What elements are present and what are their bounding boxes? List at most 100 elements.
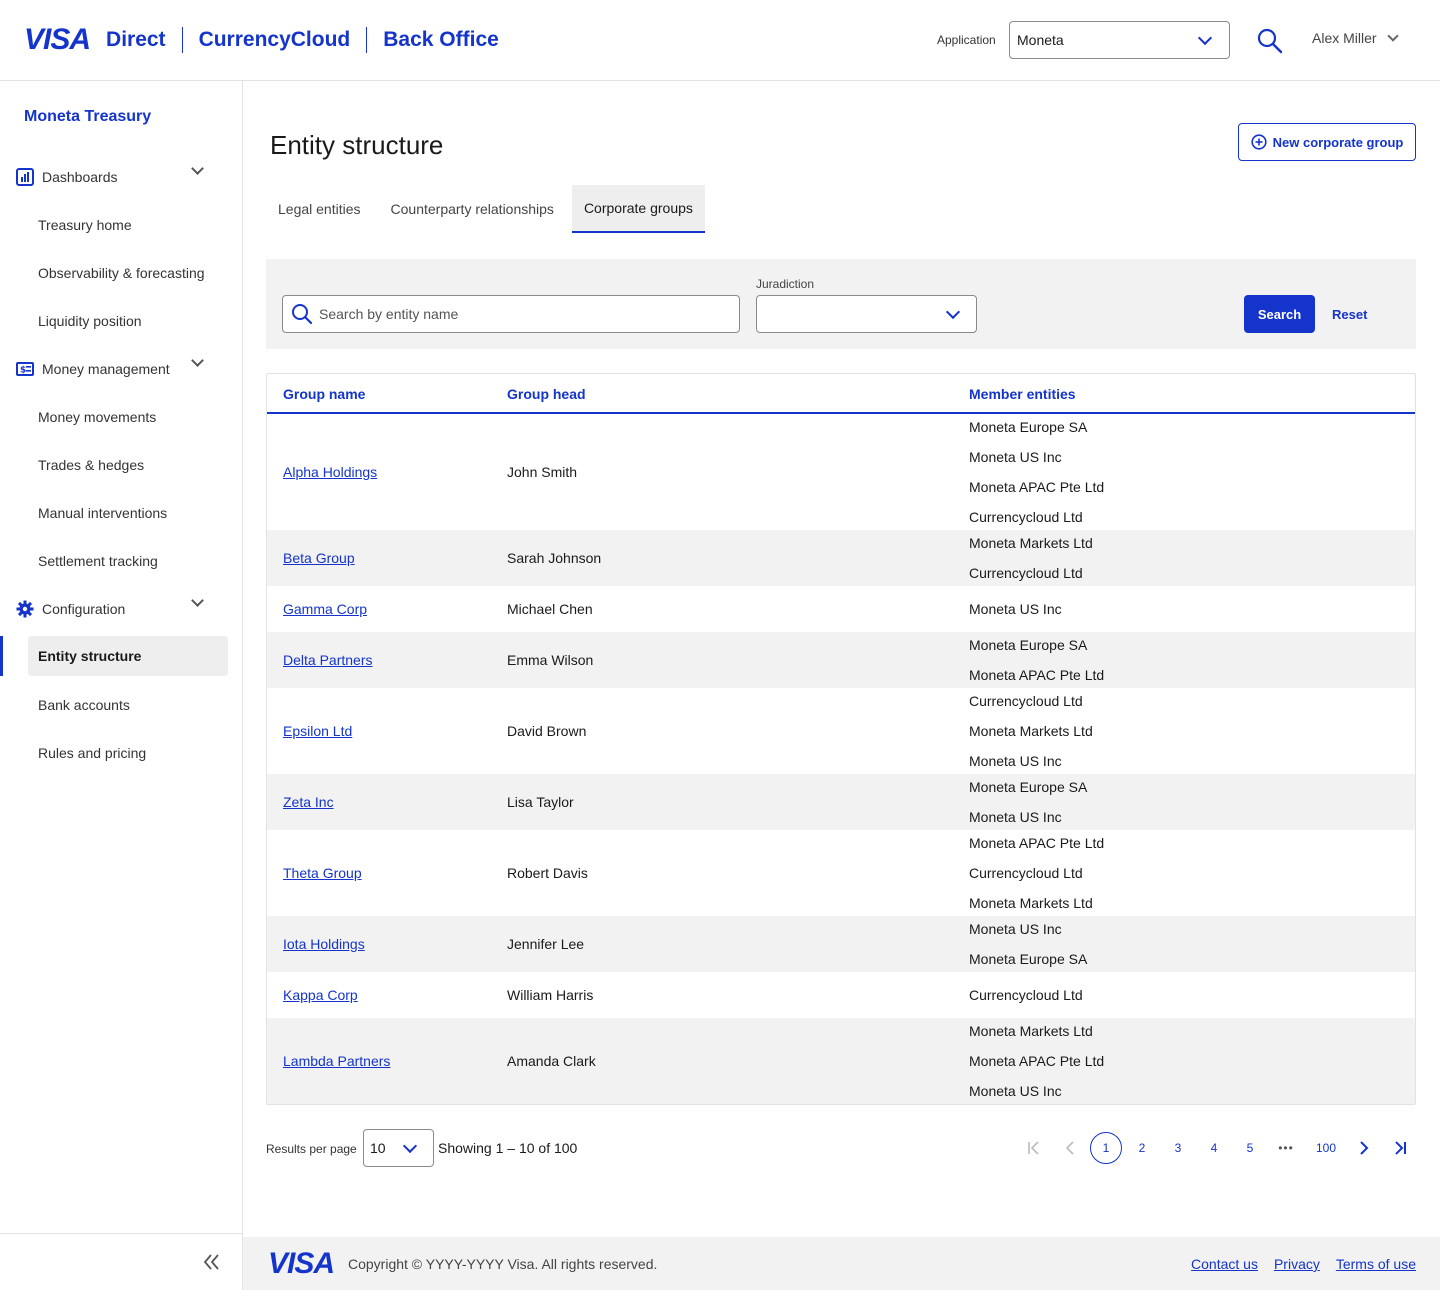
page-button-4[interactable]: 4 (1198, 1132, 1230, 1164)
sidebar-item-trades-hedges[interactable]: Trades & hedges (28, 445, 228, 485)
group-head: David Brown (507, 723, 587, 739)
table-row: Beta Group Sarah Johnson Moneta Markets Lt… (267, 530, 1415, 586)
filter-panel: Search by entity name Juradiction Search… (266, 259, 1416, 349)
money-icon: $ (16, 360, 34, 378)
last-page-button[interactable] (1384, 1132, 1416, 1164)
page-button-3[interactable]: 3 (1162, 1132, 1194, 1164)
group-head: Michael Chen (507, 601, 593, 617)
nav-group-label: Configuration (42, 601, 126, 617)
group-name-link[interactable]: Zeta Inc (283, 794, 334, 810)
collapse-sidebar-icon[interactable] (200, 1250, 224, 1274)
search-icon (292, 304, 313, 325)
group-name-link[interactable]: Theta Group (283, 865, 362, 881)
tab-legal-entities[interactable]: Legal entities (266, 185, 373, 233)
group-head: Lisa Taylor (507, 794, 574, 810)
group-name-link[interactable]: Gamma Corp (283, 601, 367, 617)
footer-link-privacy[interactable]: Privacy (1274, 1256, 1320, 1272)
visa-logo[interactable]: VISA (24, 23, 91, 57)
jurisdiction-select[interactable] (756, 295, 977, 333)
member-entities: Moneta Markets Ltd Moneta APAC Pte Ltd Mon… (969, 1016, 1104, 1106)
member-entity: Moneta US Inc (969, 1083, 1062, 1099)
first-page-button[interactable] (1018, 1132, 1050, 1164)
group-name-link[interactable]: Beta Group (283, 550, 355, 566)
brand-direct[interactable]: Direct (106, 28, 166, 52)
svg-text:$: $ (20, 366, 26, 376)
pagination-ellipsis: ••• (1278, 1141, 1294, 1155)
table-row: Kappa Corp William Harris Currencycloud Lt… (267, 972, 1415, 1018)
member-entity: Currencycloud Ltd (969, 565, 1083, 581)
sidebar-item-bank-accounts[interactable]: Bank accounts (28, 685, 228, 725)
group-head: William Harris (507, 987, 594, 1003)
search-button[interactable]: Search (1244, 295, 1315, 333)
application-select[interactable]: Moneta (1009, 21, 1230, 59)
group-name-link[interactable]: Delta Partners (283, 652, 372, 668)
sidebar-title[interactable]: Moneta Treasury (24, 108, 151, 126)
footer-links: Contact us Privacy Terms of use (1191, 1256, 1416, 1272)
group-head: Sarah Johnson (507, 550, 602, 566)
sidebar-item-rules-pricing[interactable]: Rules and pricing (28, 733, 228, 773)
footer-link-contact[interactable]: Contact us (1191, 1256, 1258, 1272)
page-button-100[interactable]: 100 (1308, 1132, 1344, 1164)
group-name-link[interactable]: Epsilon Ltd (283, 723, 352, 739)
chevron-down-icon (1197, 30, 1213, 45)
sidebar-item-liquidity[interactable]: Liquidity position (28, 301, 228, 341)
member-entity: Moneta Europe SA (969, 779, 1088, 795)
column-header-group-head[interactable]: Group head (507, 386, 586, 402)
column-header-member-entities[interactable]: Member entities (969, 386, 1076, 402)
member-entities: Currencycloud Ltd (969, 980, 1083, 1010)
footer-link-terms[interactable]: Terms of use (1336, 1256, 1416, 1272)
sidebar-item-entity-structure[interactable]: Entity structure (28, 636, 228, 676)
user-name: Alex Miller (1312, 30, 1377, 46)
page-button-5[interactable]: 5 (1234, 1132, 1266, 1164)
member-entity: Moneta APAC Pte Ltd (969, 479, 1105, 495)
new-corporate-group-button[interactable]: New corporate group (1238, 123, 1416, 161)
results-per-page-select[interactable]: 10 (363, 1129, 434, 1167)
sidebar-item-observability[interactable]: Observability & forecasting (28, 253, 228, 293)
sidebar-item-money-movements[interactable]: Money movements (28, 397, 228, 437)
group-name-link[interactable]: Iota Holdings (283, 936, 365, 952)
sidebar-item-manual-interventions[interactable]: Manual interventions (28, 493, 228, 533)
member-entities: Moneta US Inc Moneta Europe SA (969, 914, 1087, 974)
next-page-button[interactable] (1348, 1132, 1380, 1164)
application-value: Moneta (1017, 32, 1064, 48)
member-entities: Currencycloud Ltd Moneta Markets Ltd Monet… (969, 686, 1093, 776)
brand-currencycloud[interactable]: CurrencyCloud (199, 28, 351, 52)
group-name-link[interactable]: Kappa Corp (283, 987, 358, 1003)
column-header-group-name[interactable]: Group name (283, 386, 365, 402)
group-name-link[interactable]: Alpha Holdings (283, 464, 377, 480)
search-icon[interactable] (1257, 28, 1283, 54)
first-page-icon (1028, 1141, 1039, 1155)
group-head: Amanda Clark (507, 1053, 596, 1069)
member-entity: Moneta US Inc (969, 601, 1062, 617)
brand-back-office[interactable]: Back Office (383, 28, 499, 52)
tab-counterparty-relationships[interactable]: Counterparty relationships (379, 185, 566, 233)
results-per-page-value: 10 (370, 1140, 386, 1156)
entity-search-input[interactable]: Search by entity name (282, 295, 740, 333)
page-title: Entity structure (270, 130, 444, 160)
tab-bar: Legal entities Counterparty relationship… (266, 185, 711, 233)
group-name-link[interactable]: Lambda Partners (283, 1053, 390, 1069)
chevron-left-icon (1065, 1141, 1074, 1155)
page-button-1[interactable]: 1 (1090, 1132, 1122, 1164)
nav-group-configuration[interactable]: Configuration (16, 594, 216, 621)
sidebar-collapse-bar (0, 1233, 243, 1290)
chevron-right-icon (1360, 1141, 1369, 1155)
user-menu[interactable]: Alex Miller (1312, 29, 1409, 46)
chevron-down-icon (402, 1138, 418, 1153)
sidebar: Moneta Treasury Dashboards Treasury home… (0, 81, 243, 1290)
results-per-page-label: Results per page (266, 1142, 357, 1156)
copyright: Copyright © YYYY-YYYY Visa. All rights r… (348, 1256, 658, 1272)
member-entity: Moneta APAC Pte Ltd (969, 835, 1105, 851)
page-button-2[interactable]: 2 (1126, 1132, 1158, 1164)
nav-group-label: Money management (42, 361, 170, 377)
sidebar-item-settlement-tracking[interactable]: Settlement tracking (28, 541, 228, 581)
tab-corporate-groups[interactable]: Corporate groups (571, 185, 705, 233)
member-entity: Moneta Markets Ltd (969, 535, 1093, 551)
active-indicator (0, 636, 3, 676)
jurisdiction-label: Juradiction (756, 277, 815, 291)
reset-button[interactable]: Reset (1332, 307, 1367, 322)
nav-group-money-management[interactable]: $ Money management (16, 354, 216, 381)
nav-group-dashboards[interactable]: Dashboards (16, 162, 216, 189)
previous-page-button[interactable] (1054, 1132, 1086, 1164)
sidebar-item-treasury-home[interactable]: Treasury home (28, 205, 228, 245)
